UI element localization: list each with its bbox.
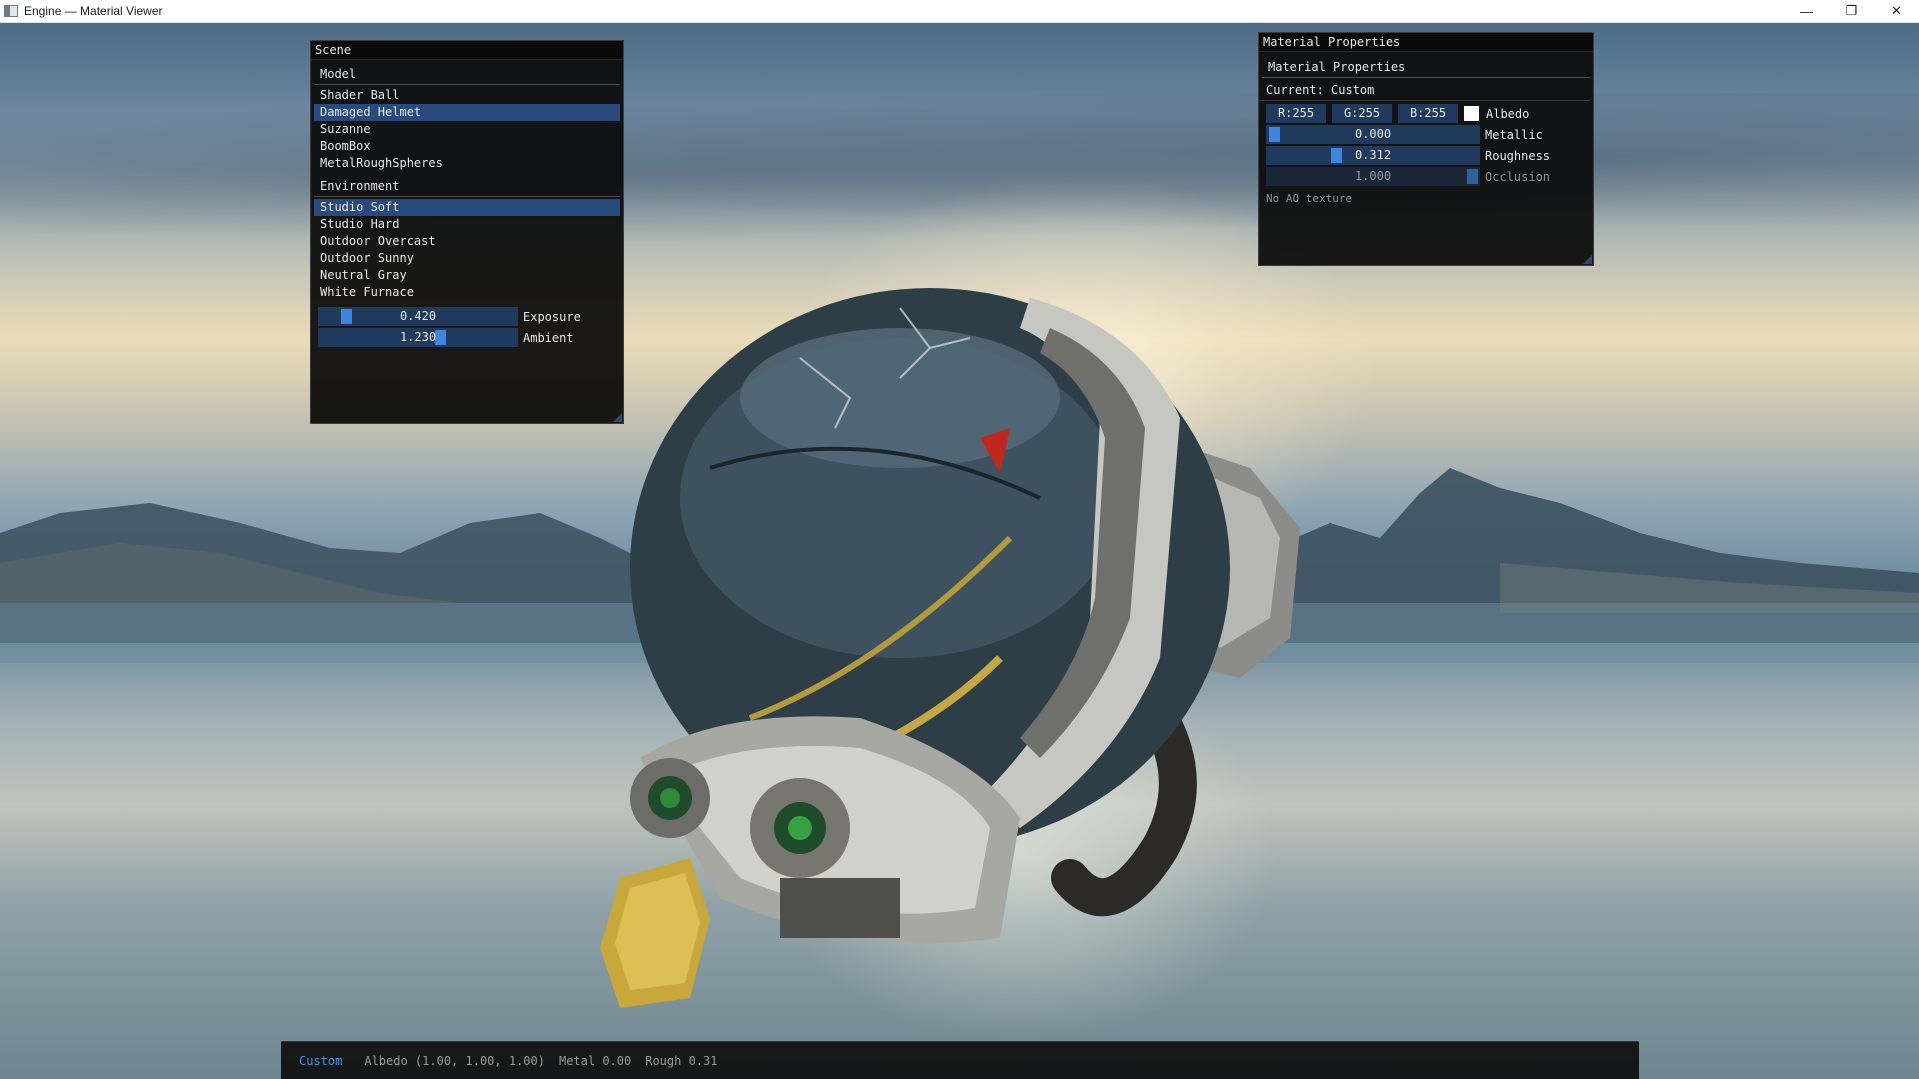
roughness-row: 0.312 Roughness <box>1266 146 1593 165</box>
env-item-studio-hard[interactable]: Studio Hard <box>314 216 620 233</box>
damaged-helmet-model <box>600 288 1300 1008</box>
status-rough: Rough 0.31 <box>645 1053 718 1068</box>
app-window: Engine — Material Viewer — ❐ ✕ Scene Mod… <box>0 0 1919 1079</box>
scene-panel-resize-grip[interactable] <box>613 413 622 422</box>
exposure-label: Exposure <box>523 309 581 324</box>
occlusion-value: 1.000 <box>1354 169 1392 183</box>
ambient-slider-grab[interactable] <box>435 330 447 345</box>
model-item-metalroughspheres[interactable]: MetalRoughSpheres <box>314 155 620 172</box>
status-metal: Metal 0.00 <box>558 1053 632 1068</box>
model-item-damaged-helmet[interactable]: Damaged Helmet <box>314 104 620 121</box>
3d-viewport[interactable] <box>0 23 1919 1079</box>
exposure-row: 0.420 Exposure <box>318 307 623 326</box>
close-icon[interactable]: ✕ <box>1874 0 1919 22</box>
metallic-slider-grab[interactable] <box>1269 127 1280 142</box>
roughness-slider-grab[interactable] <box>1330 148 1342 163</box>
material-panel-resize-grip[interactable] <box>1583 255 1592 264</box>
minimize-icon[interactable]: — <box>1784 0 1829 22</box>
roughness-label: Roughness <box>1485 148 1551 163</box>
status-preset: Custom <box>299 1053 343 1068</box>
exposure-slider-grab[interactable] <box>341 309 353 324</box>
occlusion-slider: 1.000 <box>1266 167 1480 186</box>
material-panel: Material Properties Material Properties … <box>1258 32 1594 266</box>
occlusion-label: Occlusion <box>1485 169 1551 184</box>
roughness-value: 0.312 <box>1354 148 1392 162</box>
ambient-label: Ambient <box>523 330 574 345</box>
albedo-row: R:255 G:255 B:255 Albedo <box>1266 104 1593 123</box>
env-item-white-furnace[interactable]: White Furnace <box>314 284 620 301</box>
model-item-suzanne[interactable]: Suzanne <box>314 121 620 138</box>
metallic-value: 0.000 <box>1354 127 1392 141</box>
exposure-value: 0.420 <box>399 309 437 323</box>
metallic-slider[interactable]: 0.000 <box>1266 125 1480 144</box>
albedo-color-swatch[interactable] <box>1464 106 1479 121</box>
albedo-b-field[interactable]: B:255 <box>1398 104 1458 123</box>
env-item-outdoor-overcast[interactable]: Outdoor Overcast <box>314 233 620 250</box>
material-panel-title[interactable]: Material Properties <box>1259 33 1593 52</box>
restore-icon[interactable]: ❐ <box>1829 0 1874 22</box>
model-item-boombox[interactable]: BoomBox <box>314 138 620 155</box>
roughness-slider[interactable]: 0.312 <box>1266 146 1480 165</box>
scene-panel-title[interactable]: Scene <box>311 41 623 60</box>
albedo-label: Albedo <box>1486 106 1530 121</box>
ambient-value: 1.230 <box>399 330 437 344</box>
app-icon <box>4 5 18 17</box>
title-bar: Engine — Material Viewer — ❐ ✕ <box>0 0 1919 23</box>
metallic-label: Metallic <box>1485 127 1543 142</box>
occlusion-row: 1.000 Occlusion <box>1266 167 1593 186</box>
env-item-neutral-gray[interactable]: Neutral Gray <box>314 267 620 284</box>
ambient-slider[interactable]: 1.230 <box>318 328 518 347</box>
status-albedo: Albedo (1.00, 1.00, 1.00) <box>364 1053 545 1068</box>
metallic-row: 0.000 Metallic <box>1266 125 1593 144</box>
material-section-header[interactable]: Material Properties <box>1262 56 1590 78</box>
model-item-shader-ball[interactable]: Shader Ball <box>314 87 620 104</box>
ao-note: No AO texture <box>1266 192 1353 205</box>
env-item-studio-soft[interactable]: Studio Soft <box>314 199 620 216</box>
status-bar: Custom Albedo (1.00, 1.00, 1.00) Metal 0… <box>281 1041 1639 1079</box>
environment-section-header[interactable]: Environment <box>314 175 620 197</box>
current-preset-text: Current: Custom <box>1259 80 1590 101</box>
albedo-r-field[interactable]: R:255 <box>1266 104 1326 123</box>
albedo-g-field[interactable]: G:255 <box>1332 104 1392 123</box>
exposure-slider[interactable]: 0.420 <box>318 307 518 326</box>
occlusion-slider-grab <box>1467 169 1478 184</box>
ambient-row: 1.230 Ambient <box>318 328 623 347</box>
model-section-header[interactable]: Model <box>314 63 620 85</box>
env-item-outdoor-sunny[interactable]: Outdoor Sunny <box>314 250 620 267</box>
scene-panel: Scene Model Shader Ball Damaged Helmet S… <box>310 40 624 424</box>
window-title: Engine — Material Viewer <box>24 4 163 18</box>
